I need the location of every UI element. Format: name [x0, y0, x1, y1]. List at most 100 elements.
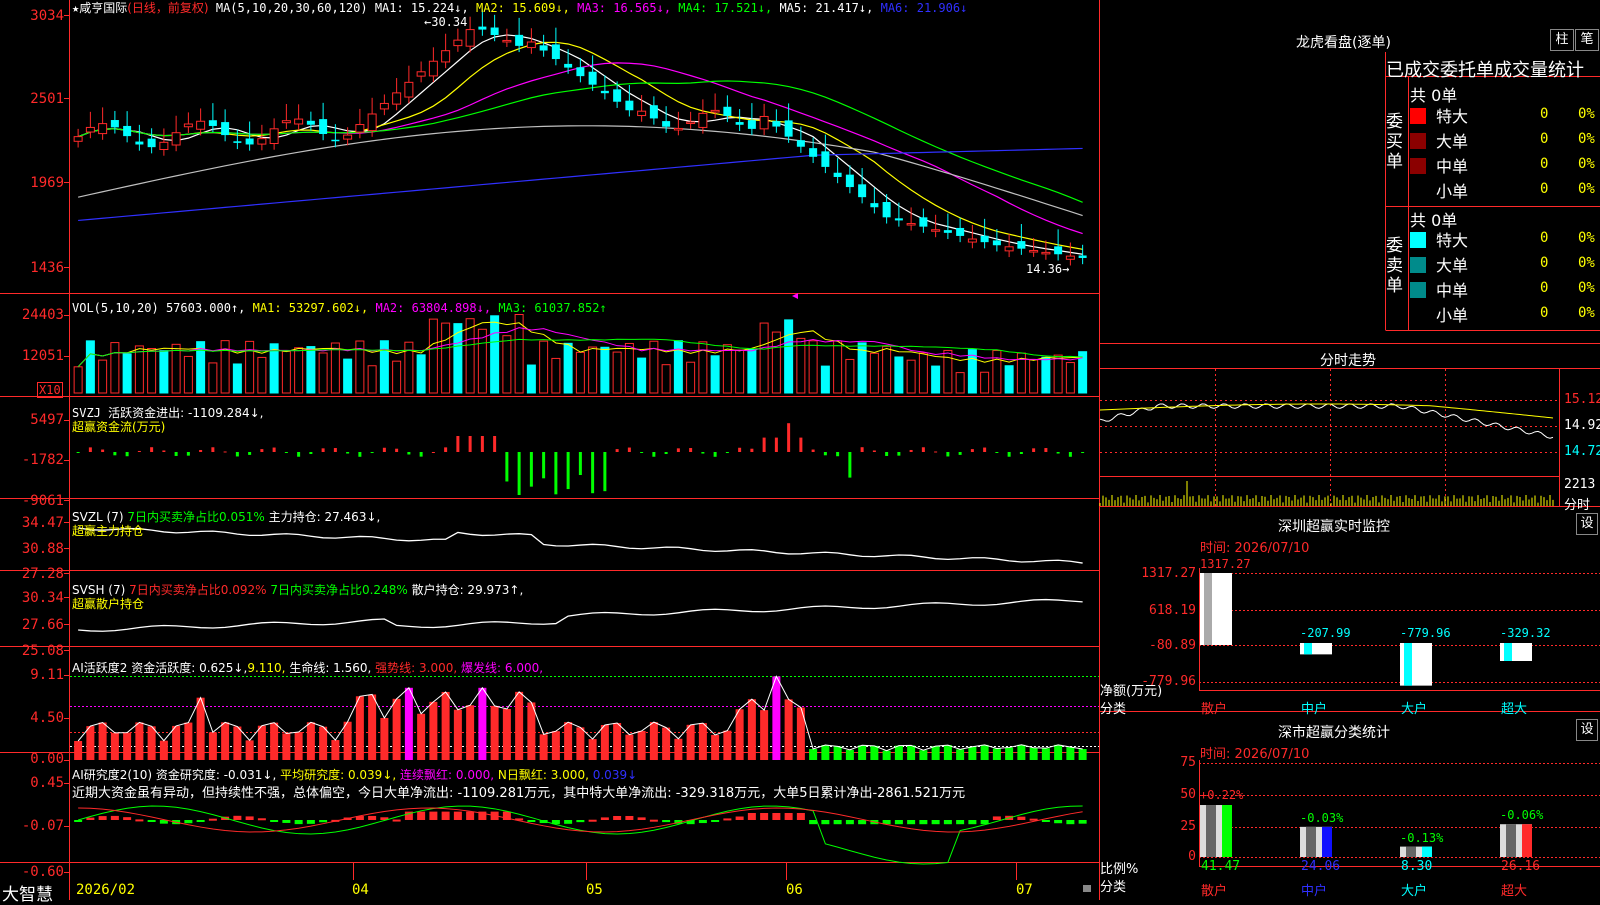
size-color-swatch — [1410, 232, 1426, 248]
research-bar — [833, 820, 842, 825]
classify-bar-accent — [1322, 826, 1332, 857]
volume-bar — [563, 342, 573, 394]
volume-bar — [416, 354, 426, 394]
chart-canvas[interactable] — [0, 0, 1600, 900]
activity-bar — [735, 709, 744, 760]
candle-body — [1054, 246, 1063, 255]
activity-bar — [907, 745, 916, 760]
ai1-life: 生命线: 1.560, — [289, 661, 372, 675]
classify-settings-button[interactable]: 设 — [1576, 719, 1598, 741]
low-price-label: 14.36→ — [1026, 262, 1070, 276]
order-pct: 0% — [1578, 305, 1595, 321]
fenshi-title: 分时走势 — [1320, 353, 1376, 369]
ma-label: MA(5,10,20,30,60,120) — [215, 1, 368, 15]
svzj-tick: -1782 — [21, 452, 64, 468]
volume-bar — [931, 365, 941, 394]
svzl-label: SVZL (7) — [72, 510, 124, 524]
candle-body — [564, 63, 573, 68]
candle-body — [98, 123, 108, 135]
svzl-header: SVZL (7) 7日内买卖净占比0.051% 主力持仓: 27.463↓, — [72, 510, 380, 524]
candle-body — [673, 127, 683, 131]
fund-flow-bar — [395, 448, 399, 452]
volume-bar — [330, 342, 340, 394]
vol-value: 57603.000↑, — [165, 301, 246, 315]
fund-flow-bar — [113, 452, 117, 456]
volume-bar — [955, 372, 965, 394]
ai2-streak: 连续飘红: 0.000, — [400, 768, 495, 782]
svzl-tick: 30.88 — [21, 541, 64, 557]
fund-flow-bar — [1007, 452, 1011, 457]
ai1-header: AI活跃度2 资金活跃度: 0.625↓,9.110, 生命线: 1.560, … — [72, 661, 543, 675]
fund-flow-bar — [652, 452, 656, 457]
order-count: 0 — [1540, 156, 1549, 172]
activity-bar — [331, 740, 340, 760]
volume-bar — [122, 353, 132, 394]
fund-flow-bar — [419, 452, 423, 457]
price-tick: 3034 — [30, 8, 64, 24]
fund-flow-bar — [260, 449, 264, 452]
candle-body — [526, 41, 536, 49]
monitor-settings-button[interactable]: 设 — [1576, 513, 1598, 535]
activity-bar — [588, 739, 597, 760]
activity-bar — [74, 741, 83, 760]
fund-flow-bar — [150, 447, 154, 452]
candle-body — [1078, 255, 1087, 258]
candle-body — [208, 120, 217, 126]
activity-bar — [980, 744, 989, 760]
activity-bar — [135, 722, 144, 760]
research-bar — [282, 820, 291, 823]
fund-flow-bar — [456, 436, 460, 452]
candle-body — [686, 121, 696, 125]
research-bar — [86, 817, 95, 820]
monitor-bar-shade — [1504, 643, 1512, 662]
candle-body — [894, 218, 903, 221]
ai1-strong: 强势线: 3.000, — [375, 661, 458, 675]
volume-bar — [281, 350, 291, 394]
ai2-header: AI研究度2(10) 资金研究度: -0.031↓, 平均研究度: 0.039↓… — [72, 768, 637, 782]
fund-flow-bar — [554, 452, 558, 495]
classify-title: 深市超赢分类统计 — [1278, 725, 1390, 741]
price-tick: 2501 — [30, 91, 64, 107]
ai2-label: AI研究度2(10) — [72, 768, 153, 782]
classify-xlabel: 分类 — [1100, 880, 1127, 895]
fund-flow-bar — [297, 452, 301, 457]
activity-bar — [625, 734, 634, 760]
candle-body — [392, 92, 402, 105]
activity-bar — [551, 731, 560, 760]
fund-flow-bar — [248, 452, 252, 455]
fund-flow-bar — [701, 452, 705, 454]
volume-bar — [490, 315, 500, 394]
order-count: 0 — [1540, 230, 1549, 246]
activity-bar — [245, 740, 254, 760]
candle-body — [379, 102, 389, 110]
candle-body — [294, 118, 304, 125]
research-bar — [735, 816, 744, 820]
volume-bar — [906, 359, 916, 394]
monitor-tick: 1317.27 — [1141, 566, 1196, 581]
tick-mode-button[interactable]: 笔 — [1575, 29, 1599, 51]
fund-flow-bar — [235, 452, 239, 457]
research-bar — [257, 818, 266, 821]
research-bar — [1017, 816, 1026, 820]
volume-bar — [600, 346, 610, 394]
lhb-title: 龙虎看盘(逐单) — [1296, 35, 1391, 51]
order-size-label: 特大 — [1436, 107, 1469, 126]
order-size-label: 特大 — [1436, 231, 1469, 250]
stock-name: 咸亨国际 — [79, 1, 128, 15]
candle-body — [269, 128, 279, 145]
fund-flow-bar — [162, 450, 166, 452]
fund-flow-bar — [223, 451, 227, 453]
activity-bar — [1029, 747, 1038, 760]
main-holding-line — [78, 527, 1083, 564]
fund-flow-bar — [493, 436, 497, 452]
monitor-cat: 散户 — [1201, 702, 1228, 717]
research-bar — [845, 820, 854, 825]
fenshi-price: 14.72 — [1564, 444, 1600, 459]
vol-ma3: MA3: 61037.852↑ — [498, 301, 607, 315]
ai1-value: 资金活跃度: 0.625↓, — [131, 661, 248, 675]
ai1-tick: 0.00 — [30, 751, 64, 767]
fund-flow-bar — [272, 447, 276, 452]
bar-mode-button[interactable]: 柱 — [1550, 29, 1574, 51]
fund-flow-bar — [774, 437, 778, 452]
candle-body — [992, 240, 1001, 246]
